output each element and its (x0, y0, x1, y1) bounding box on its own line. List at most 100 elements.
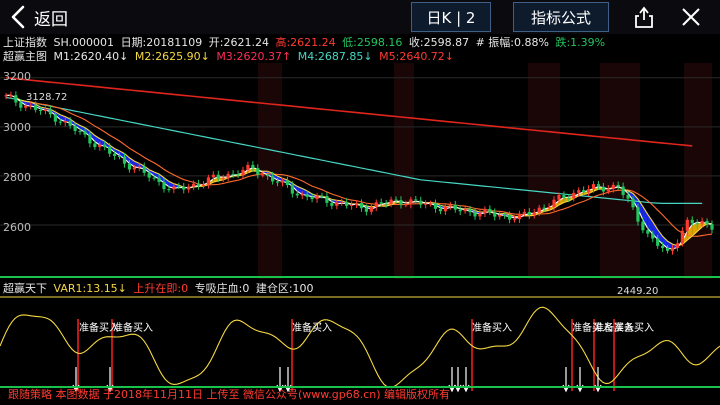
candle-body (152, 177, 156, 179)
candle-body (266, 174, 270, 176)
y-tick-3200: 3200 (3, 70, 31, 83)
candle-body (201, 184, 206, 186)
candle-body (206, 177, 211, 185)
candle-body (261, 174, 265, 176)
candle-body (453, 204, 457, 210)
candle-body (596, 184, 601, 187)
candle-body (187, 186, 191, 190)
quote-info-line: 上证指数 SH.000001 日期:20181109 开:2621.24 高:2… (3, 35, 608, 50)
candle-body (428, 203, 433, 205)
candle-body (685, 219, 689, 231)
buy-signal-label: 准备买入 (472, 323, 512, 334)
candle-body (4, 95, 8, 97)
m5-line (5, 76, 693, 147)
candle-body (241, 169, 245, 176)
candle-body (73, 125, 77, 131)
candle-body (93, 143, 97, 148)
candle-body (641, 221, 645, 231)
m3-value: M3:2620.37↑ (216, 50, 292, 63)
candle-body (162, 181, 166, 190)
candle-body (29, 105, 33, 107)
high-price: 高:2621.24 (275, 36, 336, 49)
candle-body (399, 200, 403, 205)
candle-body (345, 202, 349, 206)
main-indicator-title: 超赢主图 (3, 50, 47, 63)
share-icon[interactable] (632, 5, 656, 29)
candle-body (374, 202, 378, 208)
back-button[interactable]: 返回 (8, 4, 68, 30)
candle-body (122, 156, 127, 164)
candle-body (38, 109, 43, 111)
candle-body (611, 184, 615, 189)
m1-value: M1:2620.40↓ (53, 50, 129, 63)
candle-body (83, 131, 87, 135)
y-tick-2600: 2600 (3, 221, 31, 234)
candle-body (43, 109, 48, 111)
candle-body (710, 224, 714, 230)
candle-body (532, 212, 536, 216)
candle-body (310, 196, 314, 200)
candle-body (522, 211, 526, 214)
candle-body (127, 163, 132, 170)
open-price: 开:2621.24 (208, 36, 269, 49)
candle-body (300, 194, 304, 196)
candle-body (542, 207, 546, 209)
candle-body (290, 185, 294, 194)
candle-body (646, 230, 650, 234)
candle-body (63, 120, 67, 123)
candle-body (547, 206, 551, 208)
candle-body (414, 199, 418, 201)
candle-body (488, 208, 492, 213)
candle-body (325, 195, 329, 203)
candle-body (636, 207, 640, 222)
candle-body (572, 192, 576, 199)
top-bar: 返回 日K | 2 指标公式 (0, 0, 720, 34)
low-price: 低:2598.16 (342, 36, 403, 49)
index-code: SH.000001 (53, 36, 115, 49)
high-annotation: 3128.72 (26, 92, 68, 103)
signal-band (528, 63, 560, 279)
signal-band (600, 63, 640, 279)
candle-body (577, 190, 581, 193)
candle-body (34, 105, 38, 110)
candle-body (458, 209, 462, 212)
candle-body (68, 120, 72, 126)
candle-body (473, 212, 477, 217)
candle-body (98, 144, 102, 148)
candle-body (305, 194, 309, 197)
candle-body (48, 109, 53, 115)
candle-body (507, 215, 512, 220)
candle-body (582, 190, 586, 193)
signal-band (394, 63, 414, 279)
candle-body (567, 197, 571, 199)
candle-body (448, 204, 452, 207)
candle-body (58, 121, 62, 123)
candle-body (78, 130, 82, 132)
candle-body (226, 173, 230, 179)
candlestick-chart[interactable] (0, 63, 720, 279)
sub-indicator-legend: 超赢天下 VAR1:13.15↓ 上升在即:0 专吸庄血:0 建仓区:100 (3, 281, 317, 296)
candle-body (231, 173, 235, 175)
candle-body (665, 247, 670, 251)
candle-body (142, 166, 146, 173)
y-tick-2800: 2800 (3, 171, 31, 184)
candle-body (705, 220, 709, 225)
candle-body (354, 202, 359, 205)
candle-body (359, 202, 364, 209)
ma-legend: 超赢主图 M1:2620.40↓ M2:2625.90↓ M3:2620.37↑… (3, 49, 457, 64)
candle-body (433, 203, 438, 209)
buy-signal-label: 准备买入 (614, 323, 654, 334)
candle-body (631, 198, 635, 208)
period-button[interactable]: 日K | 2 (411, 2, 491, 32)
candle-body (512, 219, 517, 221)
candle-body (557, 194, 561, 200)
candle-body (656, 238, 660, 246)
indicator-formula-button[interactable]: 指标公式 (513, 2, 609, 32)
candle-body (256, 168, 260, 175)
candle-body (320, 195, 324, 197)
candle-body (675, 243, 680, 248)
candle-body (394, 199, 398, 201)
close-icon[interactable] (679, 5, 703, 29)
candle-body (651, 233, 655, 239)
buy-signal-label: 准备买入 (292, 323, 332, 334)
